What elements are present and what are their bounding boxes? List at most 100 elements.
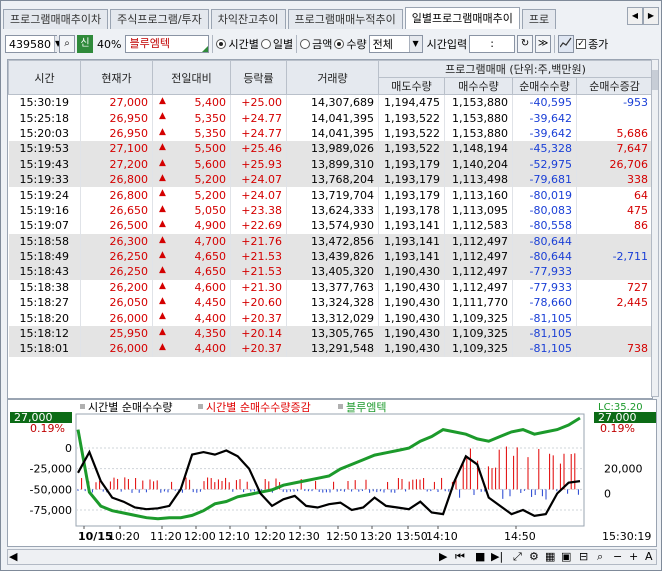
time-input[interactable]: :	[469, 35, 516, 53]
table-cell: 15:30:19	[8, 94, 81, 111]
tab-3[interactable]: 프로그램매매누적추이	[287, 9, 403, 29]
table-row[interactable]: 15:18:49 26,250 ▲ 4,650 +21.53 13,439,826 1,19…	[8, 248, 652, 265]
next-button[interactable]: ≫	[535, 35, 552, 53]
table-cell	[576, 325, 652, 342]
radio-period-daily[interactable]: 일별	[260, 36, 293, 52]
table-cell: 15:18:12	[8, 325, 81, 342]
radio-dot	[260, 39, 271, 49]
table-cell: +20.60	[230, 295, 287, 311]
window-frame: 프로그램매매추이차 주식프로그램/투자 차익잔고추이 프로그램매매누적추이 일별프로그램…	[0, 0, 662, 571]
scroll-right-icon[interactable]: ▶	[439, 550, 447, 563]
table-row[interactable]: 15:18:01 26,000 ▲ 4,400 +20.37 13,291,548 1,19…	[8, 341, 652, 357]
zoom-out-icon[interactable]: −	[613, 550, 622, 563]
chart-toggle-icon[interactable]	[558, 35, 575, 53]
table-row[interactable]: 15:18:12 25,950 ▲ 4,350 +20.14 13,305,765 1,19…	[8, 325, 652, 342]
font-size-icon[interactable]: A	[645, 550, 653, 563]
table-cell: 27,100	[80, 141, 153, 157]
col-header-program-group: 프로그램매매 (단위:주,백만원)	[377, 60, 652, 78]
first-icon[interactable]: ⏮	[455, 550, 465, 564]
tab-next-icon[interactable]: ▶	[643, 7, 659, 25]
tab-5[interactable]: 프로	[521, 9, 557, 29]
table-cell: 26,706	[576, 156, 652, 172]
table-cell: 26,950	[80, 110, 153, 126]
col-header-net[interactable]: 순매수수량	[512, 77, 577, 95]
col-header-rate[interactable]: 등락률	[230, 60, 287, 95]
table-cell: 13,324,328	[286, 295, 379, 311]
chart-hscroll[interactable]	[7, 549, 657, 565]
table-cell: -39,642	[512, 110, 577, 126]
tab-1[interactable]: 주식프로그램/투자	[110, 9, 209, 29]
ruler-icon[interactable]: ⊟	[579, 550, 588, 563]
table-cell: 15:19:33	[8, 171, 81, 188]
scroll-thumb[interactable]	[652, 70, 658, 90]
table-cell: 1,193,522	[378, 141, 445, 157]
table-row[interactable]: 15:19:16 26,650 ▲ 5,050 +23.38 13,624,333 1,19…	[8, 202, 652, 219]
zoom-reset-icon[interactable]: ⤢	[513, 550, 522, 564]
col-header-change[interactable]: 전일대비	[152, 60, 231, 95]
change-value: 5,350	[194, 111, 227, 125]
table-row[interactable]: 15:19:43 27,200 ▲ 5,600 +25.93 13,899,310 1,19…	[8, 156, 652, 172]
table-cell: +23.38	[230, 202, 287, 219]
x-tick-label: 12:50	[326, 530, 358, 543]
filter-select[interactable]: 전체 ▼	[368, 35, 423, 53]
radio-period-time[interactable]: 시간별	[216, 36, 259, 52]
up-triangle-icon: ▲	[159, 142, 166, 153]
table-cell: 25,950	[80, 325, 153, 342]
table-cell: 1,190,430	[378, 310, 445, 326]
tab-prev-icon[interactable]: ◀	[627, 7, 643, 25]
col-header-buy[interactable]: 매수수량	[444, 77, 513, 95]
table-row[interactable]: 15:18:43 26,250 ▲ 4,650 +21.53 13,405,320 1,19…	[8, 264, 652, 280]
col-header-price[interactable]: 현재가	[80, 60, 153, 95]
table-row[interactable]: 15:30:19 27,000 ▲ 5,400 +25.00 14,307,689 1,19…	[8, 94, 652, 111]
table-row[interactable]: 15:18:58 26,300 ▲ 4,700 +21.76 13,472,856 1,19…	[8, 233, 652, 249]
col-header-volume[interactable]: 거래량	[286, 60, 379, 95]
scroll-left-icon[interactable]: ◀	[9, 550, 17, 563]
table-row[interactable]: 15:19:07 26,500 ▲ 4,900 +22.69 13,574,930 1,19…	[8, 218, 652, 234]
table-cell: 15:19:53	[8, 141, 81, 157]
zoom-in-icon[interactable]: +	[629, 550, 638, 563]
table-row[interactable]: 15:25:18 26,950 ▲ 5,350 +24.77 14,041,395 1,19…	[8, 110, 652, 126]
magnify-icon[interactable]: ⌕	[597, 550, 603, 564]
left-axis-tick: -50,000	[30, 483, 72, 496]
close-price-checkbox[interactable]: ✓ 종가	[576, 36, 608, 52]
table-cell: -80,558	[512, 218, 577, 234]
table-row[interactable]: 15:18:20 26,000 ▲ 4,400 +20.37 13,312,029 1,19…	[8, 310, 652, 326]
stock-code-combo[interactable]: 439580 ▼	[5, 35, 62, 53]
play-icon[interactable]: ▶|	[491, 550, 503, 563]
program-chart[interactable]: 0 -25,000 -50,000 -75,000 20,000 0 27,000 0.19%…	[7, 399, 657, 547]
tab-0[interactable]: 프로그램매매추이차	[3, 9, 109, 29]
table-cell: 15:25:18	[8, 110, 81, 126]
change-value: 4,650	[194, 250, 227, 264]
legend-swatch	[198, 404, 203, 409]
col-header-net-chg[interactable]: 순매수증감	[575, 77, 652, 95]
col-header-time[interactable]: 시간	[8, 60, 81, 95]
radio-label: 시간별	[228, 38, 259, 51]
table-row[interactable]: 15:19:53 27,100 ▲ 5,500 +25.46 13,989,026 1,19…	[8, 141, 652, 157]
table-row[interactable]: 15:18:38 26,200 ▲ 4,600 +21.30 13,377,763 1,19…	[8, 279, 652, 296]
stop-icon[interactable]: ■	[475, 550, 485, 563]
tab-4[interactable]: 일별프로그램매매추이	[404, 7, 520, 29]
table-cell: ▲ 5,200	[152, 171, 231, 188]
table-cell: ▲ 4,650	[152, 264, 231, 280]
table-row[interactable]: 15:20:03 26,950 ▲ 5,350 +24.77 14,041,395 1,19…	[8, 125, 652, 142]
table-cell: 1,190,430	[378, 295, 445, 311]
radio-unit-quantity[interactable]: 수량	[334, 36, 367, 52]
col-header-sell[interactable]: 매도수량	[378, 77, 445, 95]
refresh-icon[interactable]: ↻	[517, 35, 534, 53]
right-top-pct: 0.19%	[600, 422, 635, 435]
save-icon[interactable]: ▣	[561, 550, 571, 563]
table-scrollbar[interactable]	[651, 59, 659, 397]
table-row[interactable]: 15:18:27 26,050 ▲ 4,450 +20.60 13,324,328 1,19…	[8, 295, 652, 311]
table-cell: ▲ 4,650	[152, 248, 231, 265]
grid-icon[interactable]: ▦	[545, 550, 555, 563]
table-row[interactable]: 15:19:24 26,800 ▲ 5,200 +24.07 13,719,704 1,19…	[8, 187, 652, 203]
settings-icon[interactable]: ⚙	[529, 550, 539, 563]
tab-2[interactable]: 차익잔고추이	[210, 9, 286, 29]
table-cell: 1,190,430	[378, 341, 445, 357]
table-cell: 1,193,522	[378, 110, 445, 126]
chevron-down-icon[interactable]: ▼	[408, 36, 422, 52]
radio-unit-amount[interactable]: 금액	[300, 36, 332, 52]
table-row[interactable]: 15:19:33 26,800 ▲ 5,200 +24.07 13,768,204 1,19…	[8, 171, 652, 188]
search-icon[interactable]: ⌕	[59, 35, 75, 53]
left-axis-tick: -25,000	[30, 463, 72, 476]
